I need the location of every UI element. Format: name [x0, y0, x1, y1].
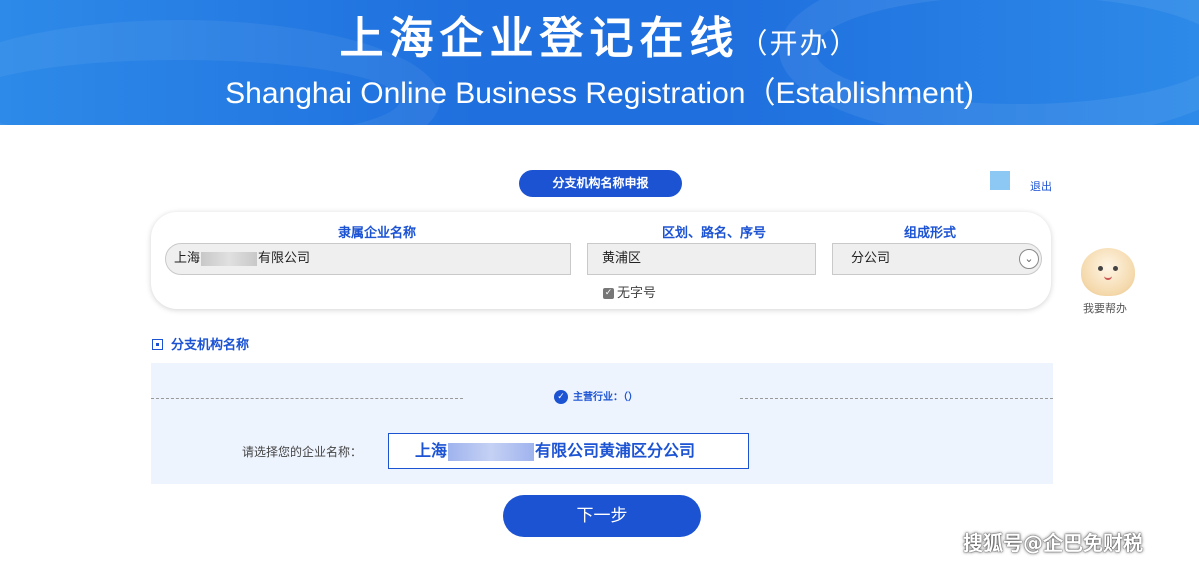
chevron-down-icon[interactable]: ⌄: [1019, 249, 1039, 269]
label-form-type: 组成形式: [903, 226, 956, 241]
square-bullet-icon: [152, 339, 163, 350]
next-step-button[interactable]: 下一步: [503, 495, 701, 537]
checkbox-checked-icon[interactable]: ✓: [603, 288, 614, 299]
mascot-label[interactable]: 我要帮办: [1083, 300, 1127, 316]
industry-label: ✓ 主营行业：（）: [554, 388, 638, 404]
banner-title-text: 上海企业登记在线: [339, 13, 740, 64]
header-banner: 上海企业登记在线（开办） Shanghai Online Business Re…: [0, 0, 1199, 125]
mascot-bun: [1081, 248, 1135, 296]
parent-company-field[interactable]: 上海 有限公司: [165, 243, 571, 275]
mascot-eye: [1113, 266, 1118, 271]
parent-name-prefix: 上海: [174, 251, 201, 266]
banner-subtitle: Shanghai Online Business Registration（Es…: [225, 77, 974, 110]
watermark: 搜狐号@企巴免财税: [963, 531, 1143, 555]
logout-link[interactable]: 退出: [1030, 178, 1052, 194]
branch-section-title: 分支机构名称: [152, 334, 249, 353]
user-avatar-icon[interactable]: [990, 171, 1010, 190]
company-name-option[interactable]: 上海 有限公司黄浦区分公司: [388, 433, 749, 469]
choose-name-label: 请选择您的企业名称：: [242, 445, 363, 459]
blurred-text: [448, 442, 535, 461]
label-parent-company: 隶属企业名称: [337, 226, 416, 241]
branch-section-title-text: 分支机构名称: [171, 338, 250, 353]
label-district: 区划、路名、序号: [661, 226, 766, 241]
district-field[interactable]: 黄浦区: [587, 243, 816, 275]
banner-title-suffix: （开办）: [739, 27, 860, 60]
mascot-eye: [1098, 266, 1103, 271]
divider: [740, 398, 1053, 399]
parent-name-suffix: 有限公司: [258, 251, 311, 266]
name-suffix: 有限公司黄浦区分公司: [535, 441, 696, 460]
check-circle-icon: ✓: [554, 390, 568, 404]
divider: [151, 398, 463, 399]
section-pill: 分支机构名称申报: [519, 170, 682, 197]
banner-title: 上海企业登记在线（开办）: [0, 12, 1199, 71]
form-type-select[interactable]: 分公司: [832, 243, 1042, 275]
no-name-label: 无字号: [617, 286, 657, 301]
name-prefix: 上海: [415, 441, 448, 460]
industry-label-text: 主营行业：（）: [573, 392, 638, 403]
no-name-option[interactable]: ✓ 无字号: [603, 282, 656, 301]
blurred-text: [201, 251, 258, 266]
